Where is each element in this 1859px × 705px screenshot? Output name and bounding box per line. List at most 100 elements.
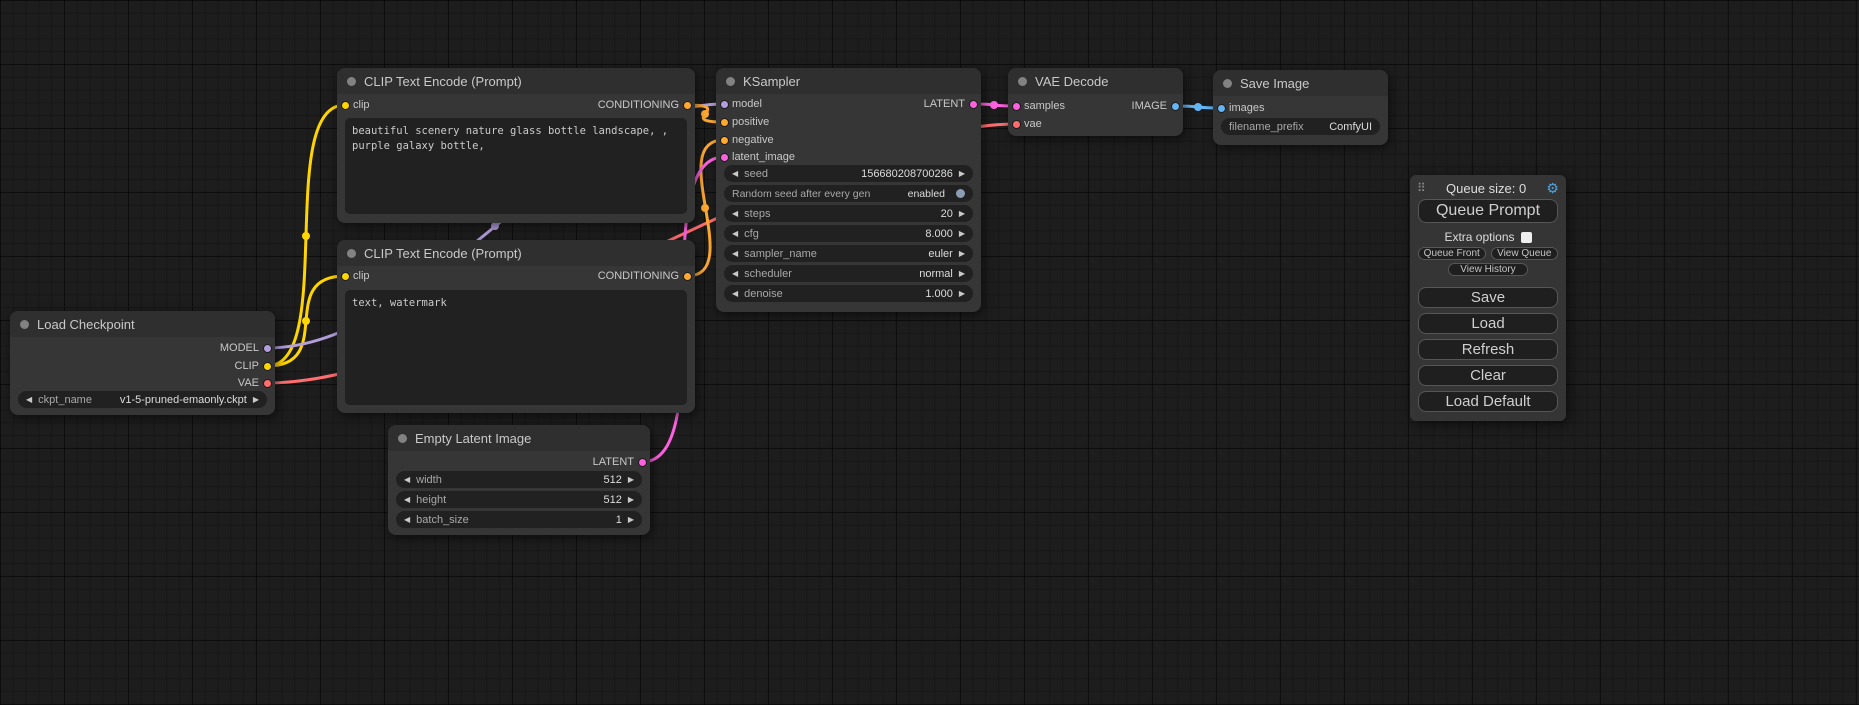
input-port-clip[interactable] (341, 101, 350, 110)
output-port-image[interactable] (1171, 102, 1180, 111)
widget-width[interactable]: ◀ width 512 ▶ (396, 471, 642, 488)
output-port-conditioning[interactable] (683, 101, 692, 110)
collapse-dot[interactable] (347, 77, 356, 86)
increment-arrow-icon[interactable]: ▶ (959, 265, 965, 282)
refresh-button[interactable]: Refresh (1418, 339, 1558, 360)
input-port-clip[interactable] (341, 272, 350, 281)
queue-front-button[interactable]: Queue Front (1418, 247, 1486, 260)
decrement-arrow-icon[interactable]: ◀ (732, 205, 738, 222)
node-save-image[interactable]: Save Image images filename_prefix ComfyU… (1213, 70, 1388, 145)
increment-arrow-icon[interactable]: ▶ (628, 491, 634, 508)
decrement-arrow-icon[interactable]: ◀ (732, 165, 738, 182)
collapse-dot[interactable] (726, 77, 735, 86)
widget-scheduler[interactable]: ◀ scheduler normal ▶ (724, 265, 973, 282)
decrement-arrow-icon[interactable]: ◀ (732, 265, 738, 282)
widget-height[interactable]: ◀ height 512 ▶ (396, 491, 642, 508)
widget-denoise[interactable]: ◀ denoise 1.000 ▶ (724, 285, 973, 302)
node-title-bar[interactable]: CLIP Text Encode (Prompt) (337, 68, 695, 94)
node-title-bar[interactable]: VAE Decode (1008, 68, 1183, 94)
decrement-arrow-icon[interactable]: ◀ (404, 491, 410, 508)
node-title-bar[interactable]: Empty Latent Image (388, 425, 650, 451)
output-port-vae[interactable] (263, 379, 272, 388)
node-title: Save Image (1240, 76, 1309, 91)
output-label-conditioning: CONDITIONING (598, 268, 679, 284)
input-port-latent-image[interactable] (720, 153, 729, 162)
input-port-negative[interactable] (720, 136, 729, 145)
increment-arrow-icon[interactable]: ▶ (628, 511, 634, 528)
queue-prompt-button[interactable]: Queue Prompt (1418, 199, 1558, 223)
input-label-positive: positive (732, 114, 769, 130)
input-port-positive[interactable] (720, 118, 729, 127)
decrement-arrow-icon[interactable]: ◀ (732, 285, 738, 302)
output-port-clip[interactable] (263, 362, 272, 371)
node-empty-latent-image[interactable]: Empty Latent Image LATENT ◀ width 512 ▶ … (388, 425, 650, 535)
node-load-checkpoint[interactable]: Load Checkpoint MODEL CLIP VAE ◀ ckpt_na… (10, 311, 275, 415)
widget-value: 1.000 (925, 288, 953, 300)
load-button[interactable]: Load (1418, 313, 1558, 334)
node-clip-text-encode-negative[interactable]: CLIP Text Encode (Prompt) clip CONDITION… (337, 240, 695, 413)
positive-prompt-textarea[interactable]: beautiful scenery nature glass bottle la… (345, 118, 687, 214)
node-title-bar[interactable]: Save Image (1213, 70, 1388, 96)
clear-button[interactable]: Clear (1418, 365, 1558, 386)
collapse-dot[interactable] (1018, 77, 1027, 86)
collapse-dot[interactable] (398, 434, 407, 443)
toggle-dot[interactable] (956, 189, 965, 198)
widget-label: ckpt_name (38, 394, 92, 406)
output-port-latent[interactable] (638, 458, 647, 467)
load-default-button[interactable]: Load Default (1418, 391, 1558, 412)
collapse-dot[interactable] (1223, 79, 1232, 88)
increment-arrow-icon[interactable]: ▶ (959, 205, 965, 222)
collapse-dot[interactable] (347, 249, 356, 258)
increment-arrow-icon[interactable]: ▶ (959, 225, 965, 242)
input-port-model[interactable] (720, 100, 729, 109)
widget-value: normal (919, 268, 953, 280)
settings-gear-icon[interactable]: ⚙ (1546, 181, 1559, 195)
extra-options-checkbox[interactable] (1521, 232, 1532, 243)
input-port-images[interactable] (1217, 104, 1226, 113)
link-dot (701, 110, 709, 118)
input-label-model: model (732, 96, 762, 112)
input-label-negative: negative (732, 132, 774, 148)
decrement-arrow-icon[interactable]: ◀ (404, 471, 410, 488)
increment-arrow-icon[interactable]: ▶ (959, 165, 965, 182)
increment-arrow-icon[interactable]: ▶ (959, 245, 965, 262)
node-title-bar[interactable]: CLIP Text Encode (Prompt) (337, 240, 695, 266)
output-port-conditioning[interactable] (683, 272, 692, 281)
node-ksampler[interactable]: KSampler model positive negative latent_… (716, 68, 981, 312)
view-history-button[interactable]: View History (1448, 263, 1528, 276)
widget-steps[interactable]: ◀ steps 20 ▶ (724, 205, 973, 222)
increment-arrow-icon[interactable]: ▶ (628, 471, 634, 488)
view-queue-button[interactable]: View Queue (1491, 247, 1559, 260)
node-vae-decode[interactable]: VAE Decode samples vae IMAGE (1008, 68, 1183, 136)
negative-prompt-textarea[interactable]: text, watermark (345, 290, 687, 405)
increment-arrow-icon[interactable]: ▶ (253, 391, 259, 408)
widget-value: 512 (603, 474, 621, 486)
decrement-arrow-icon[interactable]: ◀ (404, 511, 410, 528)
decrement-arrow-icon[interactable]: ◀ (26, 391, 32, 408)
link-dot (1194, 103, 1202, 111)
widget-seed[interactable]: ◀ seed 156680208700286 ▶ (724, 165, 973, 182)
output-port-latent[interactable] (969, 100, 978, 109)
decrement-arrow-icon[interactable]: ◀ (732, 245, 738, 262)
widget-sampler-name[interactable]: ◀ sampler_name euler ▶ (724, 245, 973, 262)
node-title-bar[interactable]: KSampler (716, 68, 981, 94)
save-button[interactable]: Save (1418, 287, 1558, 308)
node-clip-text-encode-positive[interactable]: CLIP Text Encode (Prompt) clip CONDITION… (337, 68, 695, 223)
widget-batch-size[interactable]: ◀ batch_size 1 ▶ (396, 511, 642, 528)
collapse-dot[interactable] (20, 320, 29, 329)
node-title-bar[interactable]: Load Checkpoint (10, 311, 275, 337)
widget-seed-control[interactable]: Random seed after every gen enabled (724, 185, 973, 202)
widget-ckpt-name[interactable]: ◀ ckpt_name v1-5-pruned-emaonly.ckpt ▶ (18, 391, 267, 408)
queue-size-label: Queue size: 0 (1446, 181, 1526, 196)
drag-handle-icon[interactable]: ⠿ (1417, 181, 1426, 195)
increment-arrow-icon[interactable]: ▶ (959, 285, 965, 302)
node-title: VAE Decode (1035, 74, 1108, 89)
widget-value: v1-5-pruned-emaonly.ckpt (120, 394, 247, 406)
input-label-clip: clip (353, 268, 370, 284)
widget-cfg[interactable]: ◀ cfg 8.000 ▶ (724, 225, 973, 242)
input-port-samples[interactable] (1012, 102, 1021, 111)
output-port-model[interactable] (263, 344, 272, 353)
decrement-arrow-icon[interactable]: ◀ (732, 225, 738, 242)
widget-filename-prefix[interactable]: filename_prefix ComfyUI (1221, 118, 1380, 135)
input-port-vae[interactable] (1012, 120, 1021, 129)
